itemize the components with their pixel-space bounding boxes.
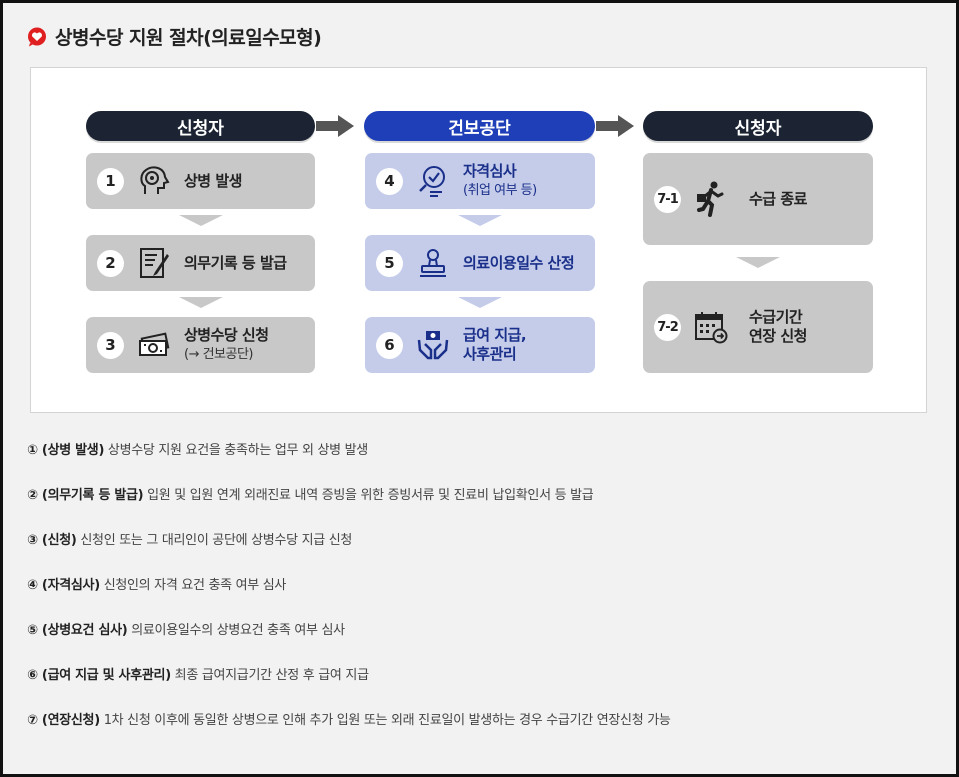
step-label-group: 자격심사 (취업 여부 등) xyxy=(463,162,537,200)
title-row: 상병수당 지원 절차(의료일수모형) xyxy=(27,23,322,50)
note-item: ② (의무기록 등 발급) 입원 및 입원 연계 외래진료 내역 증빙을 위한 … xyxy=(27,484,927,529)
down-arrow xyxy=(179,297,223,308)
note-heading: ④ (자격심사) xyxy=(27,578,100,593)
step-number: 4 xyxy=(376,167,403,195)
step-7-1: 7-1 수급 종료 xyxy=(643,153,873,245)
note-heading: ⑦ (연장신청) xyxy=(27,713,100,728)
money-icon xyxy=(136,327,172,363)
note-text: 입원 및 입원 연계 외래진료 내역 증빙을 위한 증빙서류 및 진료비 납입확… xyxy=(143,488,594,503)
note-item: ④ (자격심사) 신청인의 자격 요건 충족 여부 심사 xyxy=(27,574,927,619)
note-heading: ⑤ (상병요건 심사) xyxy=(27,623,128,638)
step-sublabel: (취업 여부 등) xyxy=(463,183,537,198)
note-text: 1차 신청 이후에 동일한 상병으로 인해 추가 입원 또는 외래 진료일이 발… xyxy=(99,713,671,728)
step-label-group: 급여 지급, 사후관리 xyxy=(463,326,527,364)
note-text: 신청인의 자격 요건 충족 여부 심사 xyxy=(99,578,287,593)
note-text: 최종 급여지급기간 산정 후 급여 지급 xyxy=(170,668,369,683)
note-text: 상병수당 지원 요건을 충족하는 업무 외 상병 발생 xyxy=(104,443,368,458)
down-arrow xyxy=(458,297,502,308)
step-label: 자격심사 xyxy=(463,162,517,180)
step-label: 수급 종료 xyxy=(749,189,807,208)
step-number: 1 xyxy=(97,167,124,195)
note-item: ① (상병 발생) 상병수당 지원 요건을 충족하는 업무 외 상병 발생 xyxy=(27,439,927,484)
column-header-applicant-2: 신청자 xyxy=(643,111,873,141)
down-arrow xyxy=(179,215,223,226)
step-label: 수급기간 xyxy=(749,308,803,326)
note-item: ⑤ (상병요건 심사) 의료이용일수의 상병요건 충족 여부 심사 xyxy=(27,619,927,664)
right-arrow-icon xyxy=(596,115,634,137)
step-label: 급여 지급, xyxy=(463,326,527,344)
procedure-diagram: 신청자 건보공단 신청자 1 상병 발생 2 의무기록 등 발급 3 상병수당 … xyxy=(30,67,927,413)
step-label-group: 상병수당 신청 (→ 건보공단) xyxy=(184,326,269,364)
note-item: ⑦ (연장신청) 1차 신청 이후에 동일한 상병으로 인해 추가 입원 또는 … xyxy=(27,709,927,754)
step-label: 의무기록 등 발급 xyxy=(184,253,287,272)
note-item: ⑥ (급여 지급 및 사후관리) 최종 급여지급기간 산정 후 급여 지급 xyxy=(27,664,927,709)
step-7-2: 7-2 수급기간 연장 신청 xyxy=(643,281,873,373)
step-6: 6 급여 지급, 사후관리 xyxy=(365,317,595,373)
notes-list: ① (상병 발생) 상병수당 지원 요건을 충족하는 업무 외 상병 발생 ② … xyxy=(27,439,927,754)
head-sick-icon xyxy=(136,163,172,199)
heart-speech-icon xyxy=(27,27,47,47)
step-number: 3 xyxy=(97,331,124,359)
hands-money-icon xyxy=(415,327,451,363)
step-number: 5 xyxy=(376,249,403,277)
step-5: 5 의료이용일수 산정 xyxy=(365,235,595,291)
step-label-line2: 연장 신청 xyxy=(749,327,807,345)
note-heading: ① (상병 발생) xyxy=(27,443,105,458)
step-3: 3 상병수당 신청 (→ 건보공단) xyxy=(86,317,315,373)
step-1: 1 상병 발생 xyxy=(86,153,315,209)
step-label: 상병수당 신청 xyxy=(184,326,269,344)
calendar-icon xyxy=(693,309,729,345)
right-arrow-icon xyxy=(316,115,354,137)
step-number: 2 xyxy=(97,249,124,277)
note-heading: ② (의무기록 등 발급) xyxy=(27,488,144,503)
column-header-nhis: 건보공단 xyxy=(364,111,595,141)
checklist-search-icon xyxy=(415,163,451,199)
note-item: ③ (신청) 신청인 또는 그 대리인이 공단에 상병수당 지급 신청 xyxy=(27,529,927,574)
step-sublabel: (→ 건보공단) xyxy=(184,347,254,362)
stamp-icon xyxy=(415,245,451,281)
step-number: 7-1 xyxy=(654,185,681,213)
step-label: 상병 발생 xyxy=(184,171,242,190)
step-label: 의료이용일수 산정 xyxy=(463,253,575,272)
step-4: 4 자격심사 (취업 여부 등) xyxy=(365,153,595,209)
down-arrow xyxy=(458,215,502,226)
column-header-applicant-1: 신청자 xyxy=(86,111,315,141)
note-text: 의료이용일수의 상병요건 충족 여부 심사 xyxy=(127,623,345,638)
step-label-group: 수급기간 연장 신청 xyxy=(749,308,807,346)
note-text: 신청인 또는 그 대리인이 공단에 상병수당 지급 신청 xyxy=(76,533,353,548)
step-label-line2: 사후관리 xyxy=(463,345,517,363)
note-heading: ③ (신청) xyxy=(27,533,77,548)
walking-person-icon xyxy=(693,181,729,217)
note-heading: ⑥ (급여 지급 및 사후관리) xyxy=(27,668,171,683)
page-title: 상병수당 지원 절차(의료일수모형) xyxy=(55,27,322,49)
document-pen-icon xyxy=(136,245,172,281)
step-2: 2 의무기록 등 발급 xyxy=(86,235,315,291)
down-arrow xyxy=(736,257,780,268)
page: { "title": "상병수당 지원 절차(의료일수모형)", "colors… xyxy=(0,0,959,777)
step-number: 6 xyxy=(376,331,403,359)
step-number: 7-2 xyxy=(654,313,681,341)
